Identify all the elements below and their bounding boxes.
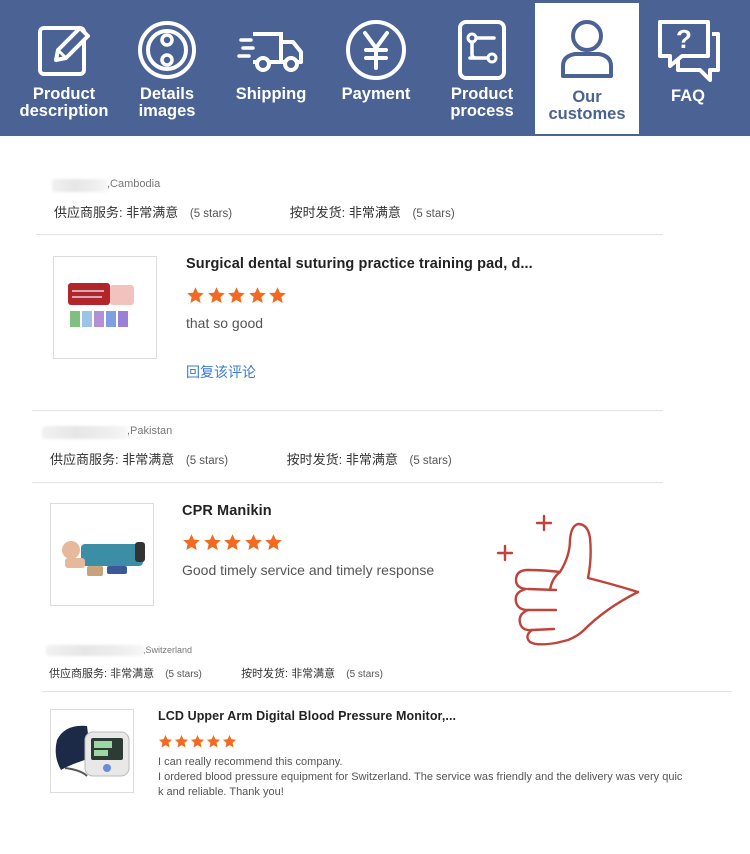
- star-icon: [187, 287, 204, 304]
- review-meta: 供应商服务: 非常满意 (5 stars) 按时发货: 非常满意 (5 star…: [49, 665, 383, 681]
- tab-label: Details images: [138, 85, 196, 120]
- star-icon: [265, 534, 282, 551]
- tab-label: Product process: [450, 85, 514, 120]
- comment-line: I can really recommend this company.: [158, 756, 343, 768]
- review-meta: 供应商服务: 非常满意 (5 stars) 按时发货: 非常满意 (5 star…: [50, 449, 452, 468]
- review-comment: I can really recommend this company. I o…: [158, 755, 738, 800]
- svg-text:?: ?: [676, 24, 692, 54]
- supplier-value: 非常满意: [122, 452, 175, 467]
- yen-icon: [346, 20, 406, 80]
- product-title[interactable]: CPR Manikin: [182, 503, 272, 519]
- star-icon: [174, 734, 189, 748]
- truck-icon: [237, 32, 303, 72]
- star-icon: [207, 287, 225, 304]
- star-icon: [203, 534, 221, 551]
- star-icon: [248, 287, 266, 304]
- star-icon: [224, 534, 241, 551]
- star-icon: [244, 534, 262, 551]
- star-icon: [206, 734, 221, 748]
- tab-label: FAQ: [671, 87, 705, 105]
- blurred-username: [42, 426, 128, 439]
- tab-label: Shipping: [235, 85, 307, 103]
- tab-product-process[interactable]: Product process: [430, 0, 534, 136]
- star-icon: [222, 734, 237, 748]
- ship-value: 非常满意: [348, 205, 401, 220]
- supplier-stars: (5 stars): [189, 208, 233, 220]
- suture-kit-image: [68, 283, 134, 327]
- star-icon: [228, 287, 245, 304]
- supplier-stars: (5 stars): [185, 455, 229, 467]
- ship-label: 按时发货:: [286, 452, 343, 467]
- ship-stars: (5 stars): [412, 208, 455, 220]
- star-rating: [182, 533, 285, 552]
- tab-product-description[interactable]: Product description: [4, 0, 124, 136]
- product-thumbnail[interactable]: [50, 709, 134, 793]
- star-icon: [190, 734, 205, 748]
- product-thumbnail[interactable]: [50, 503, 154, 606]
- star-rating: [186, 286, 289, 305]
- faq-icon: ?: [658, 20, 720, 82]
- divider: [32, 410, 663, 411]
- divider: [32, 482, 663, 483]
- tab-payment[interactable]: Payment: [326, 0, 426, 136]
- supplier-value: 非常满意: [126, 205, 179, 220]
- thumbs-up-icon: [496, 514, 640, 646]
- tab-faq[interactable]: ? FAQ: [642, 0, 734, 136]
- ship-value: 非常满意: [291, 668, 336, 680]
- divider: [36, 234, 663, 235]
- reviewer-country: ,Pakistan: [127, 425, 173, 437]
- star-icon: [158, 734, 173, 748]
- top-nav: Product description Details images Shipp…: [0, 0, 750, 136]
- comment-line: k and reliable. Thank you!: [158, 786, 284, 798]
- review-meta: 供应商服务: 非常满意 (5 stars) 按时发货: 非常满意 (5 star…: [54, 202, 455, 221]
- process-icon: [458, 20, 506, 80]
- review-comment: Good timely service and timely response: [182, 562, 435, 578]
- supplier-label: 供应商服务:: [54, 205, 123, 220]
- ship-label: 按时发货:: [241, 668, 289, 680]
- star-rating: [158, 734, 238, 749]
- supplier-stars: (5 stars): [165, 669, 202, 680]
- product-title[interactable]: Surgical dental suturing practice traini…: [186, 256, 533, 272]
- comment-line: I ordered blood pressure equipment for S…: [158, 771, 683, 783]
- tab-label: Product description: [19, 85, 109, 120]
- supplier-label: 供应商服务:: [50, 452, 119, 467]
- tab-label: Our customes: [548, 88, 626, 123]
- reply-link[interactable]: 回复该评论: [186, 362, 256, 382]
- product-title[interactable]: LCD Upper Arm Digital Blood Pressure Mon…: [158, 709, 456, 723]
- reviewer-country: ,Cambodia: [107, 178, 161, 190]
- blood-pressure-monitor-image: [55, 725, 130, 777]
- star-icon: [183, 534, 200, 551]
- ship-stars: (5 stars): [409, 455, 452, 467]
- ship-label: 按时发货:: [289, 205, 346, 220]
- blurred-username: [52, 179, 108, 192]
- supplier-value: 非常满意: [110, 668, 155, 680]
- tab-label: Payment: [341, 85, 411, 103]
- reviewer-country: ,Switzerland: [143, 645, 193, 655]
- product-thumbnail[interactable]: [53, 256, 157, 359]
- blurred-username: [46, 645, 144, 656]
- tab-our-customes[interactable]: Our customes: [535, 3, 639, 134]
- details-icon: [138, 21, 196, 79]
- ship-stars: (5 stars): [346, 669, 383, 680]
- review-comment: that so good: [186, 315, 264, 331]
- ship-value: 非常满意: [345, 452, 398, 467]
- divider: [42, 691, 732, 692]
- user-icon: [561, 20, 613, 78]
- tab-details-images[interactable]: Details images: [114, 0, 220, 136]
- supplier-label: 供应商服务:: [49, 668, 108, 680]
- star-icon: [269, 287, 286, 304]
- cpr-manikin-image: [62, 541, 145, 576]
- tab-shipping[interactable]: Shipping: [220, 0, 322, 136]
- edit-icon: [38, 26, 90, 76]
